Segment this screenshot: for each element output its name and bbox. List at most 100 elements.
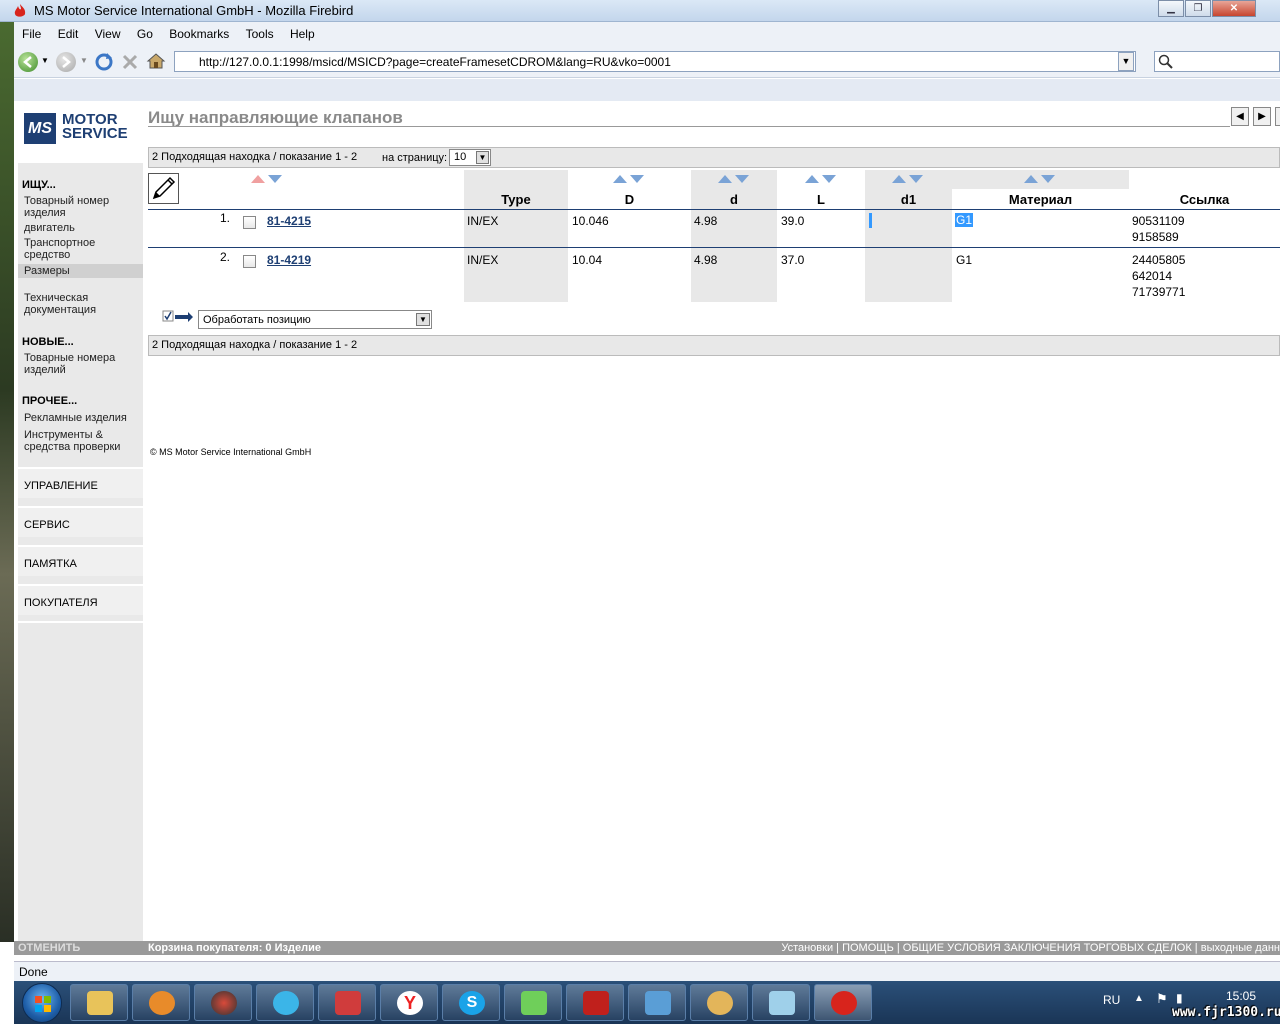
stop-icon[interactable] [121, 53, 139, 71]
reload-icon[interactable] [93, 52, 115, 72]
search-input[interactable] [1154, 51, 1280, 72]
footer-links[interactable]: Установки | ПОМОЩЬ | ОБЩИЕ УСЛОВИЯ ЗАКЛЮ… [781, 942, 1280, 954]
navigation-bar: ▼ ▼ http://127.0.0.1:1998/msicd/MSICD?pa… [14, 46, 1280, 78]
per-page-select[interactable]: 10 ▼ [449, 149, 491, 166]
music-note-icon [273, 991, 299, 1015]
sidebar-item-part-number[interactable]: Товарный номер изделия [18, 195, 143, 219]
col-header-d: d [730, 192, 738, 207]
network-icon[interactable]: ▮ [1176, 991, 1183, 1005]
folder-icon [87, 991, 113, 1015]
forward-dropdown-icon[interactable]: ▼ [80, 56, 88, 65]
sidebar-item-engine[interactable]: двигатель [18, 222, 143, 234]
col-header-L: L [817, 192, 825, 207]
minimize-button[interactable]: ▁ [1158, 0, 1184, 17]
home-icon[interactable] [146, 51, 166, 71]
sidebar-item-tools[interactable]: Инструменты & средства проверки [18, 429, 143, 453]
cell-reference-2: 642014 [1132, 269, 1173, 283]
copyright: © MS Motor Service International GmbH [150, 447, 312, 457]
sidebar-box-memo[interactable]: ПАМЯТКА [18, 545, 143, 576]
cell-D: 10.046 [572, 214, 609, 228]
new-header: НОВЫЕ... [22, 336, 74, 348]
cell-reference-1: 24405805 [1132, 253, 1186, 267]
sort-arrows-L-icon[interactable] [804, 174, 838, 184]
menu-tools[interactable]: Tools [238, 22, 279, 41]
taskbar-lab-app[interactable] [504, 984, 562, 1021]
sidebar-box-management[interactable]: УПРАВЛЕНИЕ [18, 467, 143, 498]
taskbar-skype[interactable]: S [442, 984, 500, 1021]
taskbar-yandex[interactable]: Y [380, 984, 438, 1021]
part-number-link[interactable]: 81-4215 [267, 214, 311, 228]
menu-bookmarks[interactable]: Bookmarks [161, 22, 234, 41]
next-page-button[interactable]: ▶ [1253, 107, 1271, 126]
url-input[interactable]: http://127.0.0.1:1998/msicd/MSICD?page=c… [174, 51, 1136, 72]
sort-arrows-part-icon[interactable] [250, 174, 284, 184]
window-titlebar: MS Motor Service International GmbH - Mo… [0, 0, 1280, 22]
sort-arrows-d1-icon[interactable] [891, 174, 925, 184]
close-button[interactable]: ✕ [1212, 0, 1256, 17]
menu-edit[interactable]: Edit [50, 22, 84, 41]
status-text: Done [19, 965, 48, 979]
sort-arrows-material-icon[interactable] [1023, 174, 1057, 184]
row-number: 2. [219, 250, 230, 264]
sidebar-box-service[interactable]: СЕРВИС [18, 506, 143, 537]
sidebar-box-buyer[interactable]: ПОКУПАТЕЛЯ [18, 584, 143, 615]
sort-arrows-D-icon[interactable] [612, 174, 646, 184]
taskbar-itunes[interactable] [256, 984, 314, 1021]
start-button[interactable] [22, 983, 62, 1023]
back-dropdown-icon[interactable]: ▼ [41, 56, 49, 65]
sort-arrows-d-icon[interactable] [717, 174, 751, 184]
maximize-button[interactable]: ❐ [1185, 0, 1211, 17]
logo-text: MOTOR SERVICE [62, 112, 128, 141]
basket-icon [335, 991, 361, 1015]
app-footer-bar: ОТМЕНИТЬ Корзина покупателя: 0 Изделие У… [14, 941, 1280, 955]
cell-L: 37.0 [781, 253, 805, 267]
chevron-down-icon: ▼ [416, 313, 430, 326]
bookmarks-toolbar [14, 79, 1280, 101]
per-page-label: на страницу: [382, 152, 448, 164]
taskbar-photo-viewer[interactable] [628, 984, 686, 1021]
menu-file[interactable]: File [14, 22, 46, 41]
row-checkbox[interactable] [243, 255, 256, 268]
flag-icon[interactable]: ⚑ [1156, 991, 1168, 1007]
globe-icon [211, 991, 237, 1015]
results-bar-bottom: 2 Подходящая находка / показание 1 - 2 [148, 335, 1280, 356]
help-button[interactable] [1275, 107, 1280, 126]
row-checkbox[interactable] [243, 216, 256, 229]
part-number-link[interactable]: 81-4219 [267, 253, 311, 267]
sidebar-item-new-part-numbers[interactable]: Товарные номера изделий [18, 352, 143, 376]
back-arrow-icon[interactable] [18, 52, 38, 72]
search-header: ИЩУ... [22, 179, 56, 191]
photo-icon [645, 991, 671, 1015]
results-bar-top: 2 Подходящая находка / показание 1 - 2 н… [148, 147, 1280, 168]
logo-area: MS MOTOR SERVICE [18, 101, 143, 163]
sidebar-item-promo[interactable]: Рекламные изделия [18, 412, 143, 424]
taskbar-notepad[interactable] [752, 984, 810, 1021]
taskbar-basket-app[interactable] [318, 984, 376, 1021]
prev-page-button[interactable]: ◀ [1231, 107, 1249, 126]
select-all-arrow-icon[interactable] [162, 310, 194, 324]
cell-d: 4.98 [694, 253, 718, 267]
sidebar-item-dimensions[interactable]: Размеры [18, 264, 143, 278]
action-select[interactable]: Обработать позицию ▼ [198, 310, 432, 329]
basket-status[interactable]: Корзина покупателя: 0 Изделие [148, 942, 321, 954]
sidebar-item-tech-docs[interactable]: Техническая документация [18, 292, 143, 316]
taskbar-paint[interactable] [690, 984, 748, 1021]
cancel-button[interactable]: ОТМЕНИТЬ [18, 942, 143, 954]
menu-help[interactable]: Help [282, 22, 320, 41]
taskbar-acrobat[interactable] [566, 984, 624, 1021]
menu-view[interactable]: View [87, 22, 126, 41]
taskbar-globe-app[interactable] [194, 984, 252, 1021]
forward-arrow-icon[interactable] [56, 52, 76, 72]
taskbar-explorer[interactable] [70, 984, 128, 1021]
firebird-icon [831, 991, 857, 1015]
tray-clock[interactable]: 15:05 [1226, 989, 1256, 1003]
cell-D: 10.04 [572, 253, 603, 267]
edit-pencil-icon[interactable] [148, 173, 179, 204]
tray-language[interactable]: RU [1103, 993, 1120, 1007]
taskbar-firebird[interactable] [814, 984, 872, 1021]
sidebar-item-vehicle[interactable]: Транспортное средство [18, 237, 143, 261]
url-dropdown-icon[interactable]: ▼ [1118, 52, 1134, 71]
tray-expand-icon[interactable]: ▲ [1134, 993, 1144, 1004]
taskbar-media-player[interactable] [132, 984, 190, 1021]
menu-go[interactable]: Go [129, 22, 158, 41]
